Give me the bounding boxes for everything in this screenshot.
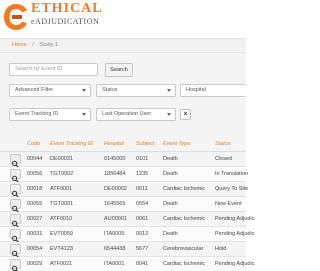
caret-down-icon xyxy=(82,113,86,116)
clear-filters-button[interactable]: × xyxy=(180,109,191,120)
table-row[interactable]: 00029 ATF0021 ITA0001 0041 Cardiac Ischemic P… xyxy=(0,257,255,271)
cell-status: New Event xyxy=(215,201,242,207)
search-button[interactable]: Search xyxy=(105,63,133,77)
caret-down-icon xyxy=(167,89,171,92)
advanced-filter-select[interactable]: Advanced Filter xyxy=(9,84,91,97)
cell-subject: 1235 xyxy=(136,171,149,177)
cell-event-type: Death xyxy=(163,171,178,177)
cell-hospital: AU00001 xyxy=(104,216,127,222)
column-header-status[interactable]: Status xyxy=(215,141,231,147)
cell-hospital: 1856484 xyxy=(104,171,126,177)
last-operation-user-label: Last Operation User xyxy=(102,111,152,117)
hospital-label: Hospital xyxy=(186,87,206,93)
cell-code: 00018 xyxy=(27,186,43,192)
app-header: ETHICAL eADJUDICATION xyxy=(0,0,246,38)
search-event-id-input[interactable]: Search by Event ID xyxy=(9,63,98,76)
cell-status: In Translation xyxy=(215,171,249,177)
ethical-logo-icon xyxy=(4,4,27,30)
cell-hospital: 6544438 xyxy=(104,246,126,252)
column-header-code[interactable]: Code xyxy=(27,141,40,147)
breadcrumb: Home / Study 1 xyxy=(0,38,246,53)
cell-event-tracking-id: DE00031 xyxy=(50,156,73,162)
table-row[interactable]: 00056 TGT0002 1856484 1235 Death In Translati… xyxy=(0,167,248,183)
column-header-hospital[interactable]: Hospital xyxy=(104,141,124,147)
cell-event-type: Cerebrovascular xyxy=(163,246,204,252)
breadcrumb-current: Study 1 xyxy=(39,42,58,48)
cell-subject: 6554 xyxy=(136,201,149,207)
breadcrumb-home-link[interactable]: Home xyxy=(12,42,27,48)
status-select[interactable]: Status xyxy=(96,84,176,97)
cell-code: 00054 xyxy=(27,246,43,252)
cell-code: 00031 xyxy=(27,231,43,237)
cell-event-type: Death xyxy=(163,201,178,207)
cell-event-type: Death xyxy=(163,231,178,237)
table-row[interactable]: 00054 EVT4123 6544438 5677 Cerebrovascular Ho… xyxy=(0,242,246,258)
advanced-filter-label: Advanced Filter xyxy=(15,87,54,93)
cell-hospital: 0145000 xyxy=(104,156,126,162)
cell-subject: 5677 xyxy=(136,246,149,252)
table-row[interactable]: 00027 ATF0010 AU00001 0061 Cardiac Ischemic P… xyxy=(0,212,255,228)
event-tracking-id-label: Event Tracking ID xyxy=(15,111,59,117)
cell-code: 00029 xyxy=(27,261,43,267)
cell-hospital: ITA0001 xyxy=(104,261,125,267)
cell-event-tracking-id: TGT0002 xyxy=(50,171,74,177)
table-header: Code Event Tracking ID Hospital Subject … xyxy=(0,138,246,152)
cell-hospital: 1645565 xyxy=(104,201,126,207)
cell-subject: 0012 xyxy=(136,231,149,237)
cell-status: Pending Adjudication xyxy=(215,216,255,222)
cell-subject: 0041 xyxy=(136,261,149,267)
view-event-button[interactable] xyxy=(10,169,21,183)
cell-status: Pending Adjudication xyxy=(215,231,255,237)
cell-event-tracking-id: ATF0021 xyxy=(50,261,73,267)
brand-subtitle: eADJUDICATION xyxy=(31,17,100,26)
view-event-button[interactable] xyxy=(10,229,21,243)
cell-status: Pending Adjudication xyxy=(215,261,255,267)
cell-code: 00055 xyxy=(27,201,43,207)
table-row[interactable]: 00031 EVT0059 ITA0005 0012 Death Pending Adju… xyxy=(0,227,255,243)
cell-code: 00044 xyxy=(27,156,43,162)
view-event-button[interactable] xyxy=(10,184,21,198)
view-event-button[interactable] xyxy=(10,244,21,258)
cell-subject: 0061 xyxy=(136,216,149,222)
caret-down-icon xyxy=(82,89,86,92)
brand-title: ETHICAL xyxy=(31,1,103,16)
breadcrumb-separator: / xyxy=(32,42,34,48)
cell-event-tracking-id: EVT4123 xyxy=(50,246,73,252)
magnifier-icon xyxy=(12,265,19,271)
cell-code: 00027 xyxy=(27,216,43,222)
cell-hospital: DE00002 xyxy=(104,186,127,192)
view-event-button[interactable] xyxy=(10,154,21,168)
cell-event-tracking-id: ATF0001 xyxy=(50,186,73,192)
cell-event-type: Cardiac Ischemic xyxy=(163,216,206,222)
view-event-button[interactable] xyxy=(10,214,21,228)
cell-subject: 0011 xyxy=(136,186,148,192)
view-event-button[interactable] xyxy=(10,259,21,271)
table-row[interactable]: 00044 DE00031 0145000 0101 Death Closed xyxy=(0,152,246,168)
caret-down-icon xyxy=(167,113,171,116)
column-header-subject[interactable]: Subject xyxy=(136,141,154,147)
cell-event-tracking-id: TGT0001 xyxy=(50,201,74,207)
status-label: Status xyxy=(102,87,118,93)
cell-hospital: ITA0005 xyxy=(104,231,125,237)
cell-status: Query To Site xyxy=(215,186,249,192)
cell-status: Closed xyxy=(215,156,233,162)
column-header-event-type[interactable]: Event Type xyxy=(163,141,190,147)
table-row[interactable]: 00018 ATF0001 DE00002 0011 Cardiac Ischemic Q… xyxy=(0,182,248,198)
last-operation-user-select[interactable]: Last Operation User xyxy=(96,108,176,121)
event-tracking-id-select[interactable]: Event Tracking ID xyxy=(9,108,91,121)
cell-event-type: Cardiac Ischemic xyxy=(163,186,206,192)
view-event-button[interactable] xyxy=(10,199,21,213)
cell-status: Hold xyxy=(215,246,227,252)
cell-event-tracking-id: EVT0059 xyxy=(50,231,73,237)
cell-code: 00056 xyxy=(27,171,43,177)
table-row[interactable]: 00055 TGT0001 1645565 6554 Death New Event xyxy=(0,197,246,213)
cell-event-type: Cardiac Ischemic xyxy=(163,261,206,267)
hospital-select[interactable]: Hospital xyxy=(180,84,246,97)
cell-event-tracking-id: ATF0010 xyxy=(50,216,73,222)
cell-event-type: Death xyxy=(163,156,178,162)
cell-subject: 0101 xyxy=(136,156,149,162)
column-header-event-tracking-id[interactable]: Event Tracking ID xyxy=(50,141,93,147)
